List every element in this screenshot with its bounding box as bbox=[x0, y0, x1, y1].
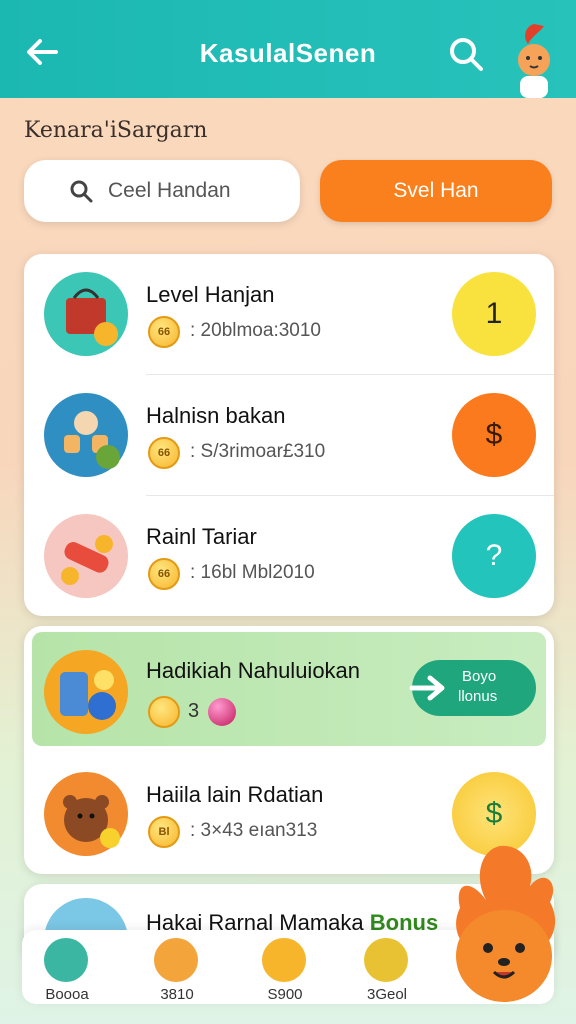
nav-item-rewards[interactable]: S900 bbox=[240, 934, 330, 1004]
fox-avatar-icon[interactable] bbox=[508, 22, 560, 98]
app-header: KasulalSenen bbox=[0, 0, 576, 98]
smile-coin-icon bbox=[262, 938, 306, 982]
coins-pile-icon bbox=[44, 514, 128, 598]
page-title: KasulalSenen bbox=[199, 38, 377, 68]
search-icon bbox=[70, 180, 93, 203]
promo-count: 3 bbox=[188, 700, 200, 722]
nav-label: S900 bbox=[267, 986, 303, 1003]
item-meta: : S/3rimoar£310 bbox=[190, 441, 326, 462]
item-title: Halnisn bakan bbox=[146, 403, 286, 428]
arrow-right-icon bbox=[409, 675, 445, 701]
nav-label: Boooa bbox=[45, 986, 89, 1003]
coin-icon: 66 bbox=[148, 437, 180, 469]
list-item[interactable]: Rainl Tariar 66 : 16bl Mbl2010 ? bbox=[24, 496, 554, 616]
promo-banner[interactable]: Hadikiah Nahuluiokan 3 Boyo llonus bbox=[32, 632, 546, 746]
search-input[interactable]: Ceel Handan bbox=[24, 160, 300, 222]
nav-label: 3810 bbox=[160, 986, 194, 1003]
item-meta: : 16bl Mbl2010 bbox=[190, 562, 315, 583]
nav-item-wallet[interactable]: 3Geol bbox=[342, 934, 432, 1004]
item-title: Haiila lain Rdatian bbox=[146, 782, 324, 807]
item-meta: : 3×43 eıan313 bbox=[190, 820, 318, 841]
fox-mascot-icon[interactable] bbox=[440, 838, 568, 1008]
select-button[interactable]: Svel Han bbox=[320, 160, 552, 222]
coin-icon: 66 bbox=[148, 316, 180, 348]
rank-badge[interactable]: 1 bbox=[452, 272, 536, 356]
treasure-icon bbox=[154, 938, 198, 982]
bonus-button-line2: llonus bbox=[458, 688, 498, 705]
cat-character-icon bbox=[44, 393, 128, 477]
gem-icon bbox=[208, 698, 236, 726]
gift-bag-icon bbox=[44, 272, 128, 356]
bonus-button[interactable]: Boyo llonus bbox=[409, 660, 536, 716]
coin-icon: Bl bbox=[148, 816, 180, 848]
dollar-coin-icon bbox=[364, 938, 408, 982]
wheel-icon bbox=[44, 938, 88, 982]
list-item[interactable]: Level Hanjan 66 : 20blmoa:3010 1 bbox=[24, 254, 554, 374]
list-card: Level Hanjan 66 : 20blmoa:3010 1 Halnisn… bbox=[24, 254, 554, 616]
bonus-button-line1: Boyo bbox=[462, 668, 497, 685]
item-title: Rainl Tariar bbox=[146, 524, 257, 549]
phone-coins-icon bbox=[44, 650, 128, 734]
bear-coin-icon bbox=[44, 772, 128, 856]
section-subtitle: Kenara'iSargarn bbox=[24, 118, 208, 143]
question-badge[interactable]: ? bbox=[452, 514, 536, 598]
nav-item-home[interactable]: Boooa bbox=[22, 934, 112, 1004]
item-title: Level Hanjan bbox=[146, 282, 275, 307]
search-icon[interactable] bbox=[446, 34, 486, 74]
nav-label: 3Geol bbox=[366, 986, 408, 1003]
coin-icon: 66 bbox=[148, 558, 180, 590]
list-item[interactable]: Halnisn bakan 66 : S/3rimoar£310 $ bbox=[24, 375, 554, 495]
dollar-badge[interactable]: $ bbox=[452, 393, 536, 477]
promo-title: Hadikiah Nahuluiokan bbox=[146, 658, 361, 683]
coin-icon bbox=[148, 696, 180, 728]
item-meta: : 20blmoa:3010 bbox=[190, 320, 321, 341]
search-placeholder: Ceel Handan bbox=[108, 179, 231, 202]
nav-item-treasure[interactable]: 3810 bbox=[132, 934, 222, 1004]
